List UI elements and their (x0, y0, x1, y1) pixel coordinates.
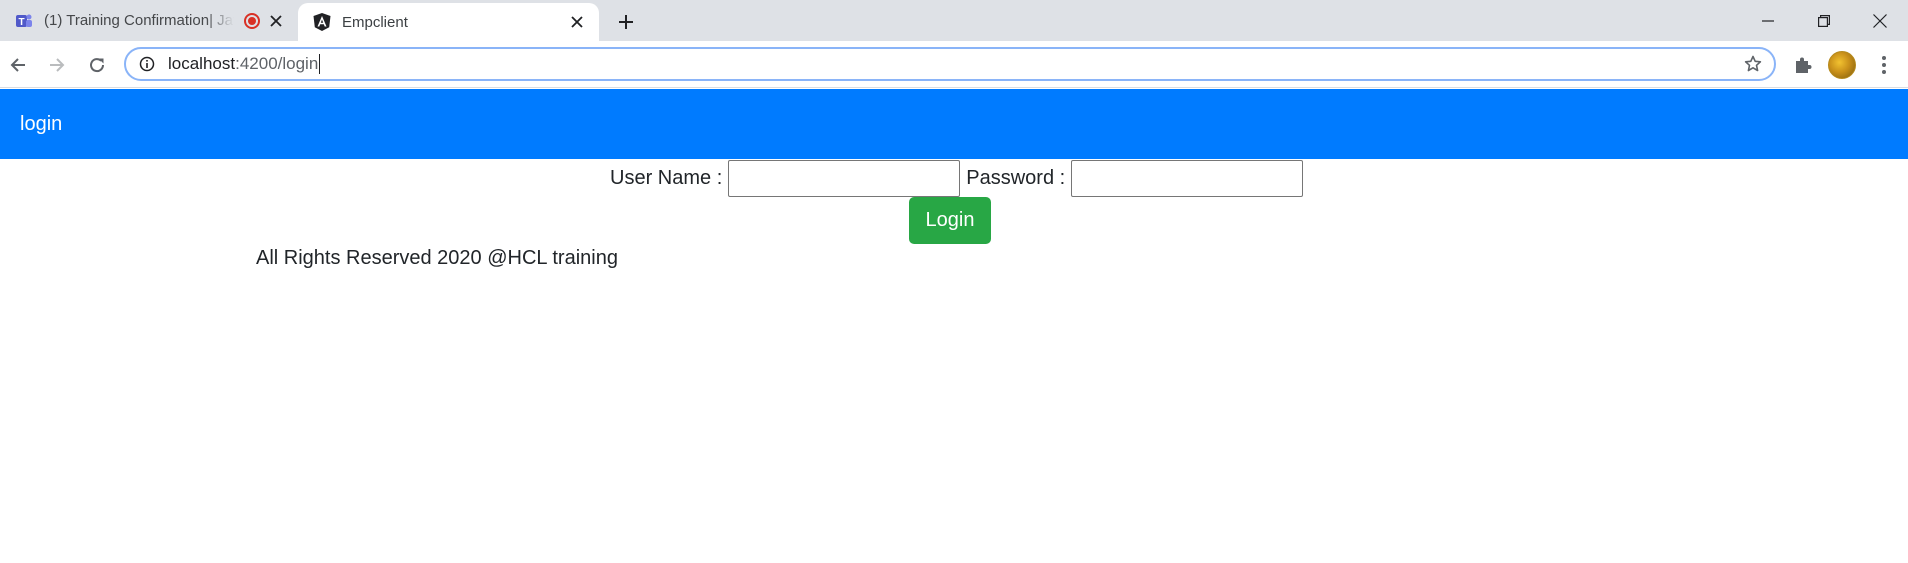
plus-icon (619, 15, 633, 29)
close-icon (1873, 13, 1887, 28)
password-label: Password : (966, 166, 1066, 189)
close-tab-icon[interactable] (567, 12, 587, 32)
username-label: User Name : (610, 166, 723, 189)
reload-button[interactable] (81, 49, 113, 81)
minimize-button[interactable] (1740, 0, 1796, 41)
url-text[interactable]: localhost:4200/login (168, 54, 321, 74)
recording-icon (244, 12, 260, 29)
minimize-icon (1762, 19, 1774, 22)
new-tab-button[interactable] (612, 8, 640, 36)
more-vert-icon (1882, 56, 1886, 74)
browser-toolbar: localhost:4200/login (0, 41, 1908, 88)
password-input[interactable] (1071, 159, 1304, 197)
username-input[interactable] (728, 159, 961, 197)
tab-title: Empclient (342, 13, 408, 31)
arrow-left-icon (10, 58, 25, 72)
navbar-brand[interactable]: login (20, 113, 62, 136)
footer-copyright: All Rights Reserved 2020 @HCL training (256, 247, 618, 269)
avatar[interactable] (1828, 51, 1856, 79)
puzzle-icon (1796, 57, 1812, 73)
back-button[interactable] (2, 49, 34, 81)
address-bar[interactable]: localhost:4200/login (124, 47, 1776, 81)
tab-title: (1) Training Confirmation| Java (44, 12, 234, 29)
restore-icon (1818, 14, 1830, 27)
bookmark-star-icon[interactable] (1744, 55, 1762, 78)
reload-icon (90, 58, 105, 73)
teams-icon: T (14, 11, 34, 31)
extensions-button[interactable] (1789, 51, 1817, 79)
svg-text:T: T (18, 17, 24, 28)
url-path: :4200/login (235, 54, 319, 73)
tab-empclient[interactable]: Empclient (298, 3, 599, 41)
app-navbar: login (0, 89, 1908, 159)
menu-button[interactable] (1870, 51, 1898, 79)
info-icon[interactable] (138, 55, 156, 73)
angular-icon (312, 12, 332, 32)
arrow-right-icon (50, 58, 65, 72)
tab-training-confirmation[interactable]: T (1) Training Confirmation| Java (0, 0, 298, 41)
url-host: localhost (168, 54, 236, 73)
tab-strip: T (1) Training Confirmation| Java Empcli… (0, 0, 1908, 41)
restore-button[interactable] (1796, 0, 1852, 41)
login-button[interactable]: Login (909, 197, 991, 244)
close-tab-icon[interactable] (266, 11, 286, 31)
forward-button[interactable] (41, 49, 73, 81)
close-window-button[interactable] (1852, 0, 1908, 41)
credentials-row: User Name : Password : (610, 159, 1304, 197)
